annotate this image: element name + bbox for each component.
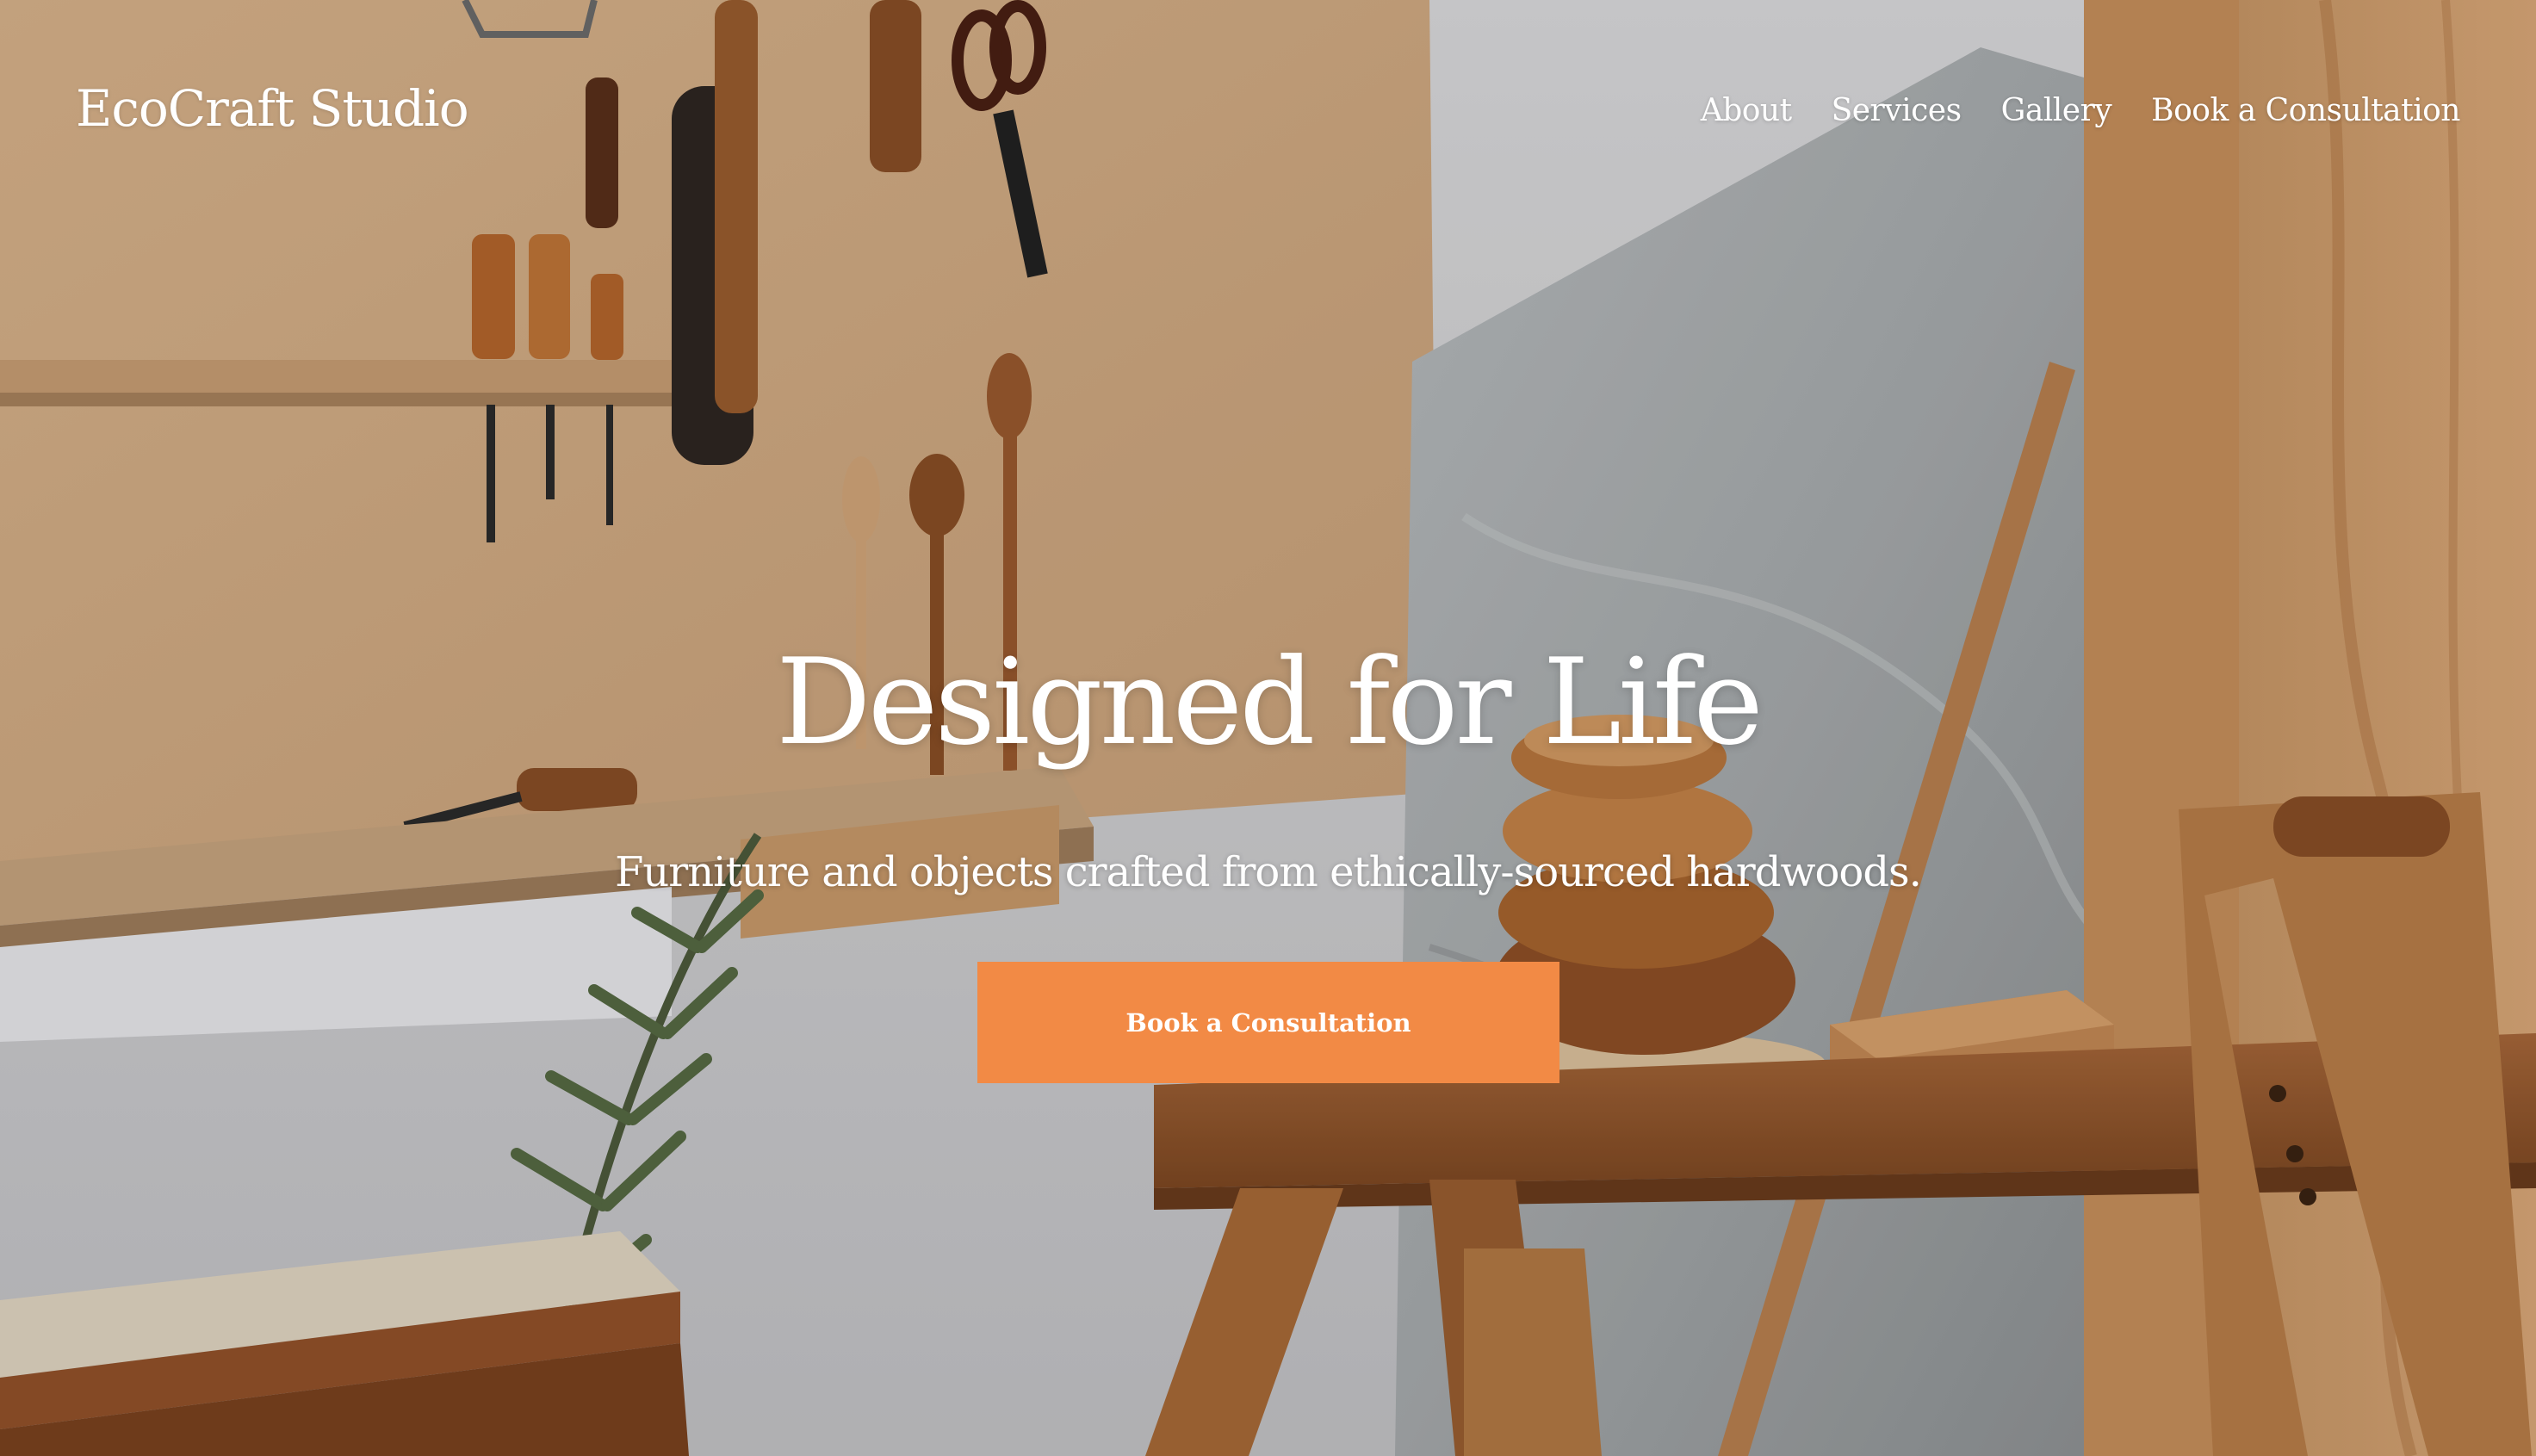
main-nav: About Services Gallery Book a Consultati… — [1701, 93, 2461, 128]
book-consultation-button[interactable]: Book a Consultation — [977, 962, 1559, 1083]
site-header: EcoCraft Studio About Services Gallery B… — [0, 0, 2536, 232]
nav-link-gallery[interactable]: Gallery — [2001, 93, 2112, 128]
nav-link-book-consultation[interactable]: Book a Consultation — [2151, 93, 2460, 128]
site-logo[interactable]: EcoCraft Studio — [76, 79, 469, 138]
hero-title: Designed for Life — [776, 633, 1764, 771]
nav-link-about[interactable]: About — [1701, 93, 1792, 128]
nav-link-services[interactable]: Services — [1832, 93, 1962, 128]
hero-subtitle: Furniture and objects crafted from ethic… — [615, 848, 1922, 896]
